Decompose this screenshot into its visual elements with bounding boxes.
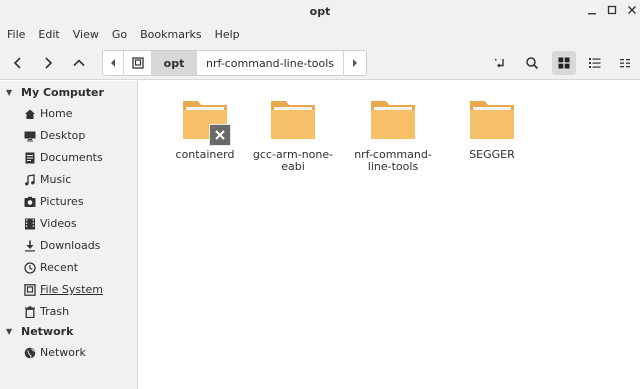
compact-view-button[interactable] bbox=[613, 51, 637, 75]
path-scroll-left-button[interactable] bbox=[103, 51, 124, 75]
icon-view-icon bbox=[558, 57, 570, 69]
folder-icon bbox=[269, 96, 317, 144]
path-scroll-right-button[interactable] bbox=[344, 51, 365, 75]
sidebar-item-label: Downloads bbox=[40, 239, 101, 252]
toolbar: opt nrf-command-line-tools bbox=[0, 46, 640, 80]
caret-right-icon bbox=[352, 59, 357, 67]
sidebar-item-file-system[interactable]: File System bbox=[0, 279, 137, 300]
sidebar-section-network[interactable]: ▼ Network bbox=[0, 321, 73, 341]
file-name: gcc-arm-none-eabi bbox=[252, 148, 334, 173]
path-bar: opt nrf-command-line-tools bbox=[102, 50, 367, 76]
music-icon bbox=[24, 173, 36, 186]
list-view-icon bbox=[589, 58, 601, 68]
sidebar: ▼ My Computer Home Desktop Documents Mus… bbox=[0, 81, 138, 389]
folder-icon bbox=[468, 96, 516, 144]
videos-icon bbox=[24, 218, 36, 230]
sidebar-item-pictures[interactable]: Pictures bbox=[0, 191, 137, 212]
up-button[interactable] bbox=[67, 51, 91, 75]
menu-go[interactable]: Go bbox=[112, 24, 127, 46]
close-icon bbox=[628, 6, 636, 14]
section-title: Network bbox=[21, 324, 74, 338]
sidebar-item-network[interactable]: Network bbox=[0, 342, 137, 363]
close-button[interactable] bbox=[624, 4, 640, 20]
sidebar-item-label: Network bbox=[40, 346, 86, 359]
back-icon bbox=[13, 57, 21, 69]
up-icon bbox=[73, 59, 85, 67]
drive-icon bbox=[131, 57, 144, 69]
drive-icon bbox=[24, 283, 36, 296]
file-item-containerd[interactable]: containerd bbox=[163, 96, 247, 161]
sidebar-item-label: Trash bbox=[40, 305, 70, 318]
menu-bar: File Edit View Go Bookmarks Help bbox=[0, 24, 640, 46]
sidebar-section-my-computer[interactable]: ▼ My Computer bbox=[0, 82, 104, 102]
title-bar: opt bbox=[0, 0, 640, 24]
open-terminal-icon bbox=[495, 59, 504, 68]
menu-bookmarks[interactable]: Bookmarks bbox=[140, 24, 201, 46]
expand-caret-icon: ▼ bbox=[6, 326, 13, 336]
no-access-icon bbox=[209, 124, 231, 146]
menu-edit[interactable]: Edit bbox=[38, 24, 59, 46]
sidebar-item-label: Home bbox=[40, 107, 73, 120]
caret-left-icon bbox=[111, 59, 115, 67]
folder-icon bbox=[181, 96, 231, 146]
desktop-icon bbox=[24, 130, 36, 142]
file-name: SEGGER bbox=[469, 148, 515, 161]
home-icon bbox=[24, 108, 36, 120]
sidebar-item-label: Desktop bbox=[40, 129, 86, 142]
compact-view-icon bbox=[620, 59, 630, 68]
sidebar-item-label: File System bbox=[40, 283, 103, 296]
sidebar-item-recent[interactable]: Recent bbox=[0, 257, 137, 278]
menu-view[interactable]: View bbox=[73, 24, 99, 46]
sidebar-item-documents[interactable]: Documents bbox=[0, 147, 137, 168]
section-title: My Computer bbox=[21, 85, 104, 99]
menu-help[interactable]: Help bbox=[215, 24, 240, 46]
open-terminal-button[interactable] bbox=[489, 51, 513, 75]
forward-icon bbox=[45, 57, 53, 69]
sidebar-item-music[interactable]: Music bbox=[0, 169, 137, 190]
sidebar-item-label: Documents bbox=[40, 151, 103, 164]
folder-icon bbox=[369, 96, 417, 144]
sidebar-item-label: Pictures bbox=[40, 195, 84, 208]
file-item-nrf-command-line-tools[interactable]: nrf-command-line-tools bbox=[351, 96, 435, 173]
sidebar-item-videos[interactable]: Videos bbox=[0, 213, 137, 234]
file-view: containerd gcc-arm-none-eabi nrf-command… bbox=[139, 81, 640, 389]
maximize-icon bbox=[607, 5, 617, 15]
sidebar-item-downloads[interactable]: Downloads bbox=[0, 235, 137, 256]
path-root-button[interactable] bbox=[124, 51, 152, 75]
path-crumb-nrf[interactable]: nrf-command-line-tools bbox=[197, 51, 344, 75]
sidebar-item-home[interactable]: Home bbox=[0, 103, 137, 124]
list-view-button[interactable] bbox=[583, 51, 607, 75]
path-current-opt[interactable]: opt bbox=[152, 51, 197, 75]
maximize-button[interactable] bbox=[604, 4, 620, 20]
pictures-icon bbox=[24, 196, 36, 208]
search-button[interactable] bbox=[520, 51, 544, 75]
documents-icon bbox=[24, 152, 36, 164]
trash-icon bbox=[24, 305, 36, 318]
sidebar-item-label: Videos bbox=[40, 217, 77, 230]
sidebar-item-trash[interactable]: Trash bbox=[0, 301, 137, 322]
back-button[interactable] bbox=[6, 51, 30, 75]
sidebar-item-label: Recent bbox=[40, 261, 79, 274]
expand-caret-icon: ▼ bbox=[6, 87, 13, 97]
search-icon bbox=[526, 57, 539, 70]
minimize-icon bbox=[588, 13, 596, 15]
menu-file[interactable]: File bbox=[7, 24, 25, 46]
file-name: nrf-command-line-tools bbox=[354, 148, 432, 173]
sidebar-item-desktop[interactable]: Desktop bbox=[0, 125, 137, 146]
downloads-icon bbox=[24, 240, 36, 252]
network-icon bbox=[24, 347, 36, 359]
sidebar-item-label: Music bbox=[40, 173, 72, 186]
file-name: containerd bbox=[175, 148, 235, 161]
file-item-gcc-arm-none-eabi[interactable]: gcc-arm-none-eabi bbox=[251, 96, 335, 173]
file-item-segger[interactable]: SEGGER bbox=[450, 96, 534, 161]
icon-view-button[interactable] bbox=[552, 51, 576, 75]
recent-icon bbox=[24, 261, 36, 274]
forward-button[interactable] bbox=[36, 51, 60, 75]
minimize-button[interactable] bbox=[584, 4, 600, 20]
window-title: opt bbox=[309, 5, 331, 18]
